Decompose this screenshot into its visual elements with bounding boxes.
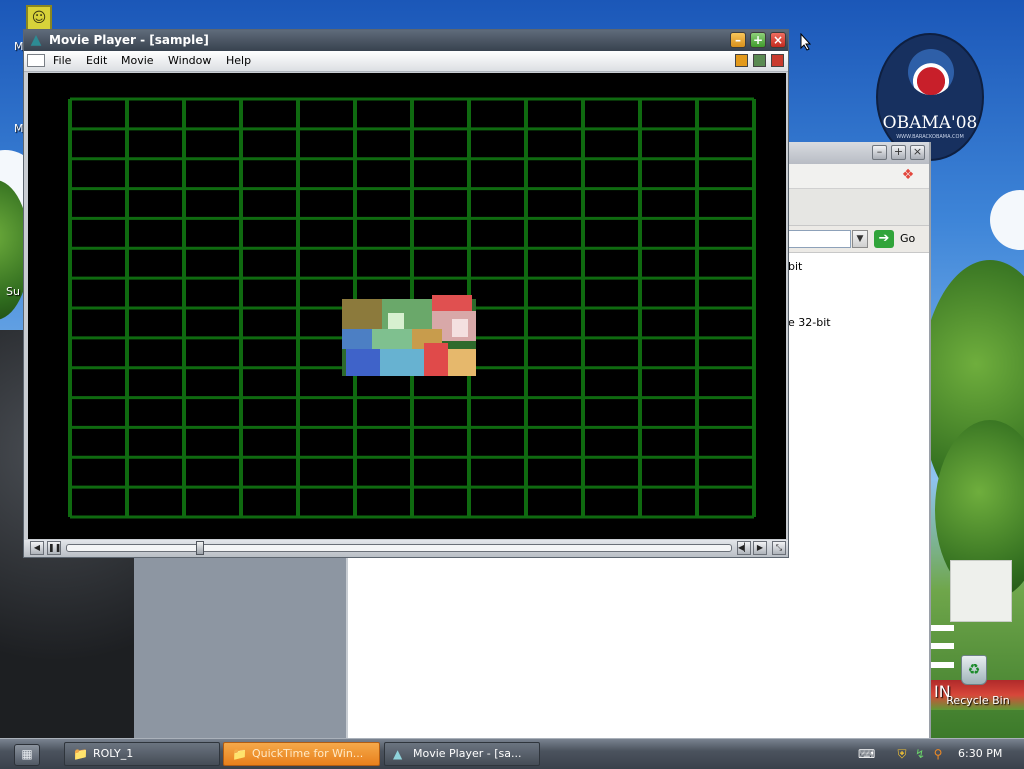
toolbar	[789, 189, 929, 226]
step-back-button[interactable]: ◀▏	[737, 541, 751, 555]
seek-thumb[interactable]	[196, 541, 204, 555]
menu-bar: File Edit Movie Window Help	[24, 51, 788, 72]
maximize-button[interactable]: +	[750, 32, 766, 48]
menu-file[interactable]: File	[53, 54, 71, 67]
mouse-cursor-icon	[800, 33, 812, 51]
desktop-icon-label[interactable]: Su	[6, 285, 20, 298]
taskbar-item-quicktime[interactable]: 📁 QuickTime for Win...	[223, 742, 380, 766]
document-close-button[interactable]	[771, 54, 784, 67]
minimize-button[interactable]: –	[872, 145, 887, 160]
playback-controls: ◀ ❚❚ ◀▏ ▶ ⤡	[24, 540, 788, 557]
task-pane	[134, 558, 348, 738]
document-minimize-button[interactable]	[735, 54, 748, 67]
keyboard-icon[interactable]: ⌨	[858, 746, 875, 762]
taskbar-item-roly[interactable]: 📁 ROLY_1	[64, 742, 220, 766]
document-icon[interactable]	[27, 54, 45, 67]
list-item[interactable]: bit	[788, 260, 802, 273]
video-artifact	[342, 295, 476, 376]
close-button[interactable]: ×	[770, 32, 786, 48]
taskbar-item-label: ROLY_1	[93, 747, 134, 760]
address-input[interactable]	[789, 230, 851, 248]
movie-player-icon: ▲	[393, 747, 403, 761]
campaign-logo-icon	[908, 49, 954, 95]
security-shield-icon[interactable]: ⛨	[894, 746, 910, 762]
window-title: Movie Player - [sample]	[49, 33, 209, 47]
taskbar-item-label: Movie Player - [sa...	[413, 747, 522, 760]
maximize-button[interactable]: +	[891, 145, 906, 160]
resize-grip-icon[interactable]: ⤡	[772, 541, 786, 555]
list-item[interactable]: e 32-bit	[788, 316, 831, 329]
campaign-badge-url: WWW.BARACKOBAMA.COM	[896, 134, 964, 140]
rewind-button[interactable]: ◀	[30, 541, 44, 555]
go-button-label[interactable]: Go	[900, 232, 915, 245]
menu-help[interactable]: Help	[226, 54, 251, 67]
white-house	[950, 560, 1012, 622]
taskbar-item-movie-player[interactable]: ▲ Movie Player - [sa...	[384, 742, 540, 766]
folder-icon: 📁	[73, 747, 88, 761]
campaign-badge-text: OBAMA'08	[882, 113, 978, 133]
pause-button[interactable]: ❚❚	[47, 541, 61, 555]
video-area[interactable]	[28, 73, 786, 539]
flag-stripe	[930, 662, 954, 668]
recycle-bin[interactable]: ♻	[958, 655, 990, 687]
clock[interactable]: 6:30 PM	[958, 747, 1002, 760]
desktop-shortcut-icon[interactable]: ☺	[26, 5, 52, 31]
address-dropdown-button[interactable]: ▼	[852, 230, 868, 248]
taskbar-item-label: QuickTime for Win...	[252, 747, 364, 760]
search-icon[interactable]: ⚲	[930, 746, 946, 762]
minimize-button[interactable]: –	[730, 32, 746, 48]
movie-player-titlebar[interactable]: ▲ Movie Player - [sample] – + ×	[24, 30, 788, 51]
flag-stripe	[930, 625, 954, 631]
seek-bar[interactable]	[66, 541, 732, 555]
network-icon[interactable]: ↯	[912, 746, 928, 762]
menu-movie[interactable]: Movie	[121, 54, 154, 67]
recycle-bin-icon: ♻	[961, 655, 987, 685]
close-button[interactable]: ×	[910, 145, 925, 160]
cloud	[990, 190, 1024, 250]
taskbar: ▦ 📁 ROLY_1 📁 QuickTime for Win... ▲ Movi…	[0, 738, 1024, 769]
step-forward-button[interactable]: ▶	[753, 541, 767, 555]
video-frame	[68, 97, 756, 519]
windows-logo-icon: ❖	[901, 167, 915, 183]
go-arrow-icon[interactable]: ➔	[874, 230, 894, 248]
recycle-bin-label[interactable]: Recycle Bin	[938, 694, 1018, 707]
document-restore-button[interactable]	[753, 54, 766, 67]
start-button[interactable]: ▦	[14, 744, 40, 766]
flag-stripe	[930, 643, 954, 649]
menu-window[interactable]: Window	[168, 54, 211, 67]
movie-player-icon[interactable]: ▲	[28, 32, 44, 48]
movie-player-window[interactable]: ▲ Movie Player - [sample] – + × File Edi…	[23, 29, 789, 558]
folder-icon: 📁	[232, 747, 247, 761]
menu-edit[interactable]: Edit	[86, 54, 107, 67]
window-border	[929, 142, 931, 738]
